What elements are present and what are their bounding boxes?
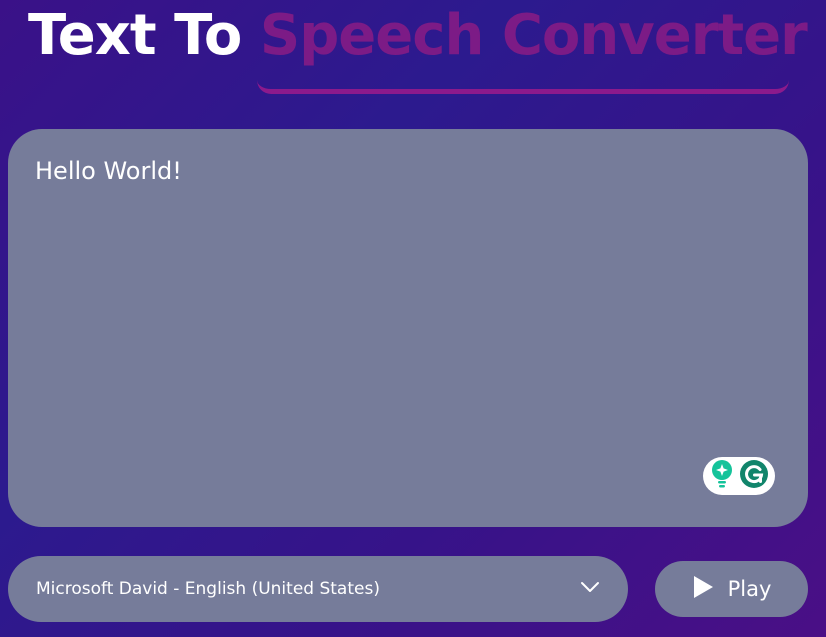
title-text-to: Text To bbox=[28, 3, 242, 68]
play-button[interactable]: Play bbox=[655, 561, 808, 617]
voice-select[interactable]: Microsoft David - English (United States… bbox=[8, 556, 628, 622]
lightbulb-icon[interactable] bbox=[710, 459, 734, 493]
chevron-down-icon[interactable] bbox=[580, 579, 600, 599]
title-underline bbox=[257, 62, 789, 94]
play-button-label: Play bbox=[727, 577, 772, 601]
voice-select-value: Microsoft David - English (United States… bbox=[36, 579, 380, 599]
grammarly-icon[interactable] bbox=[739, 459, 769, 493]
text-input[interactable]: Hello World! bbox=[8, 129, 808, 527]
grammarly-widget[interactable] bbox=[703, 457, 775, 495]
play-icon bbox=[692, 575, 714, 604]
